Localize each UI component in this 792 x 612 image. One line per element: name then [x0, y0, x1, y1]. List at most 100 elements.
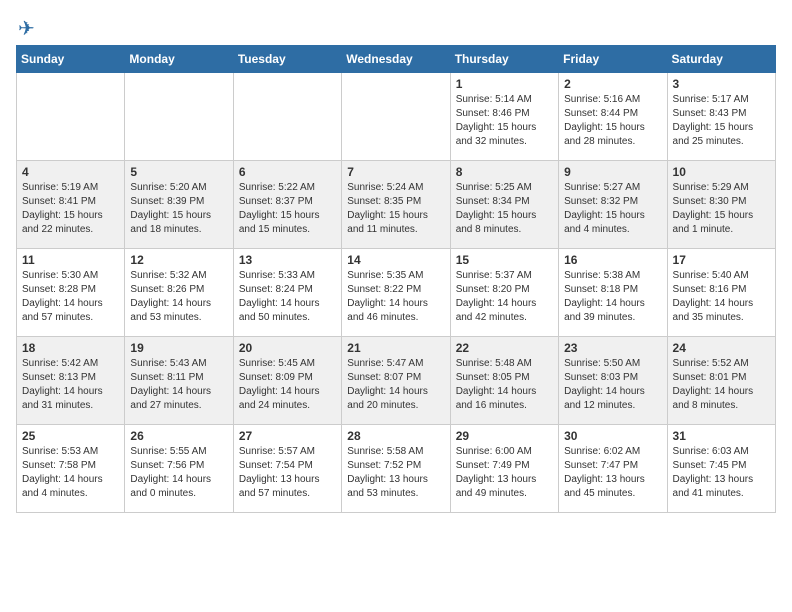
day-number: 8	[456, 165, 553, 179]
calendar-cell: 12Sunrise: 5:32 AM Sunset: 8:26 PM Dayli…	[125, 249, 233, 337]
day-number: 19	[130, 341, 227, 355]
day-info: Sunrise: 5:17 AM Sunset: 8:43 PM Dayligh…	[673, 93, 770, 149]
day-number: 9	[564, 165, 661, 179]
day-info: Sunrise: 5:29 AM Sunset: 8:30 PM Dayligh…	[673, 181, 770, 237]
day-number: 28	[347, 429, 444, 443]
calendar-cell: 17 Sunrise: 5:40 AM Sunset: 8:16 PM Dayli…	[667, 249, 775, 337]
calendar-cell: 3 Sunrise: 5:17 AM Sunset: 8:43 PM Daylig…	[667, 73, 775, 161]
day-of-week-header: Monday	[125, 46, 233, 73]
day-of-week-header: Sunday	[17, 46, 125, 73]
day-of-week-header: Friday	[559, 46, 667, 73]
day-number: 5	[130, 165, 227, 179]
day-number: 18	[22, 341, 119, 355]
calendar-cell: 29 Sunrise: 6:00 AM Sunset: 7:49 PM Dayli…	[450, 425, 558, 513]
calendar-cell: 7 Sunrise: 5:24 AM Sunset: 8:35 PM Daylig…	[342, 161, 450, 249]
calendar-cell: 11 Sunrise: 5:30 AM Sunset: 8:28 PM Dayli…	[17, 249, 125, 337]
day-number: 30	[564, 429, 661, 443]
day-info: Sunrise: 5:33 AM Sunset: 8:24 PM Dayligh…	[239, 269, 336, 325]
day-info: Sunrise: 5:19 AM Sunset: 8:41 PM Dayligh…	[22, 181, 119, 237]
calendar-week-row: 1Sunrise: 5:14 AM Sunset: 8:46 PM Daylig…	[17, 73, 776, 161]
day-info: Sunrise: 5:30 AM Sunset: 8:28 PM Dayligh…	[22, 269, 119, 325]
calendar-cell	[233, 73, 341, 161]
calendar-week-row: 11 Sunrise: 5:30 AM Sunset: 8:28 PM Dayli…	[17, 249, 776, 337]
day-number: 26	[130, 429, 227, 443]
calendar-cell: 19 Sunrise: 5:43 AM Sunset: 8:11 PM Dayli…	[125, 337, 233, 425]
day-of-week-header: Saturday	[667, 46, 775, 73]
calendar-week-row: 18Sunrise: 5:42 AM Sunset: 8:13 PM Dayli…	[17, 337, 776, 425]
day-info: Sunrise: 5:40 AM Sunset: 8:16 PM Dayligh…	[673, 269, 770, 325]
day-number: 29	[456, 429, 553, 443]
day-number: 13	[239, 253, 336, 267]
day-info: Sunrise: 5:22 AM Sunset: 8:37 PM Dayligh…	[239, 181, 336, 237]
day-info: Sunrise: 5:38 AM Sunset: 8:18 PM Dayligh…	[564, 269, 661, 325]
day-number: 21	[347, 341, 444, 355]
calendar-cell: 22 Sunrise: 5:48 AM Sunset: 8:05 PM Dayli…	[450, 337, 558, 425]
day-of-week-header: Thursday	[450, 46, 558, 73]
calendar-cell: 15 Sunrise: 5:37 AM Sunset: 8:20 PM Dayli…	[450, 249, 558, 337]
calendar-cell: 1Sunrise: 5:14 AM Sunset: 8:46 PM Daylig…	[450, 73, 558, 161]
calendar-header-row: SundayMondayTuesdayWednesdayThursdayFrid…	[17, 46, 776, 73]
day-info: Sunrise: 6:03 AM Sunset: 7:45 PM Dayligh…	[673, 445, 770, 501]
calendar-cell: 6 Sunrise: 5:22 AM Sunset: 8:37 PM Daylig…	[233, 161, 341, 249]
calendar-cell	[17, 73, 125, 161]
day-number: 12	[130, 253, 227, 267]
day-number: 24	[673, 341, 770, 355]
day-number: 23	[564, 341, 661, 355]
day-info: Sunrise: 5:24 AM Sunset: 8:35 PM Dayligh…	[347, 181, 444, 237]
day-of-week-header: Wednesday	[342, 46, 450, 73]
day-info: Sunrise: 5:20 AM Sunset: 8:39 PM Dayligh…	[130, 181, 227, 237]
day-number: 16	[564, 253, 661, 267]
day-number: 31	[673, 429, 770, 443]
calendar-cell: 27Sunrise: 5:57 AM Sunset: 7:54 PM Dayli…	[233, 425, 341, 513]
calendar-cell: 20 Sunrise: 5:45 AM Sunset: 8:09 PM Dayli…	[233, 337, 341, 425]
day-number: 17	[673, 253, 770, 267]
calendar-cell: 16 Sunrise: 5:38 AM Sunset: 8:18 PM Dayli…	[559, 249, 667, 337]
logo-bird-icon: ✈	[18, 16, 35, 41]
day-info: Sunrise: 5:53 AM Sunset: 7:58 PM Dayligh…	[22, 445, 119, 501]
calendar-cell: 14 Sunrise: 5:35 AM Sunset: 8:22 PM Dayli…	[342, 249, 450, 337]
calendar-cell: 4 Sunrise: 5:19 AM Sunset: 8:41 PM Daylig…	[17, 161, 125, 249]
calendar-cell: 31 Sunrise: 6:03 AM Sunset: 7:45 PM Dayli…	[667, 425, 775, 513]
day-number: 15	[456, 253, 553, 267]
day-number: 22	[456, 341, 553, 355]
calendar-cell: 30 Sunrise: 6:02 AM Sunset: 7:47 PM Dayli…	[559, 425, 667, 513]
day-number: 11	[22, 253, 119, 267]
day-number: 4	[22, 165, 119, 179]
day-number: 3	[673, 77, 770, 91]
day-number: 14	[347, 253, 444, 267]
day-number: 10	[673, 165, 770, 179]
day-info: Sunrise: 5:16 AM Sunset: 8:44 PM Dayligh…	[564, 93, 661, 149]
day-info: Sunrise: 5:35 AM Sunset: 8:22 PM Dayligh…	[347, 269, 444, 325]
day-number: 7	[347, 165, 444, 179]
header: ✈	[16, 16, 776, 37]
day-info: Sunrise: 5:27 AM Sunset: 8:32 PM Dayligh…	[564, 181, 661, 237]
day-of-week-header: Tuesday	[233, 46, 341, 73]
day-number: 1	[456, 77, 553, 91]
day-info: Sunrise: 6:02 AM Sunset: 7:47 PM Dayligh…	[564, 445, 661, 501]
calendar-cell	[125, 73, 233, 161]
calendar-cell: 5 Sunrise: 5:20 AM Sunset: 8:39 PM Daylig…	[125, 161, 233, 249]
calendar-table: SundayMondayTuesdayWednesdayThursdayFrid…	[16, 45, 776, 513]
calendar-week-row: 25Sunrise: 5:53 AM Sunset: 7:58 PM Dayli…	[17, 425, 776, 513]
calendar-week-row: 4 Sunrise: 5:19 AM Sunset: 8:41 PM Daylig…	[17, 161, 776, 249]
day-info: Sunrise: 6:00 AM Sunset: 7:49 PM Dayligh…	[456, 445, 553, 501]
calendar-cell	[342, 73, 450, 161]
day-info: Sunrise: 5:37 AM Sunset: 8:20 PM Dayligh…	[456, 269, 553, 325]
day-info: Sunrise: 5:55 AM Sunset: 7:56 PM Dayligh…	[130, 445, 227, 501]
day-info: Sunrise: 5:45 AM Sunset: 8:09 PM Dayligh…	[239, 357, 336, 413]
day-info: Sunrise: 5:57 AM Sunset: 7:54 PM Dayligh…	[239, 445, 336, 501]
day-number: 20	[239, 341, 336, 355]
day-info: Sunrise: 5:25 AM Sunset: 8:34 PM Dayligh…	[456, 181, 553, 237]
calendar-cell: 10 Sunrise: 5:29 AM Sunset: 8:30 PM Dayli…	[667, 161, 775, 249]
day-info: Sunrise: 5:48 AM Sunset: 8:05 PM Dayligh…	[456, 357, 553, 413]
calendar-cell: 8 Sunrise: 5:25 AM Sunset: 8:34 PM Daylig…	[450, 161, 558, 249]
day-number: 6	[239, 165, 336, 179]
calendar-cell: 23Sunrise: 5:50 AM Sunset: 8:03 PM Dayli…	[559, 337, 667, 425]
calendar-cell: 18Sunrise: 5:42 AM Sunset: 8:13 PM Dayli…	[17, 337, 125, 425]
calendar-cell: 26 Sunrise: 5:55 AM Sunset: 7:56 PM Dayli…	[125, 425, 233, 513]
day-info: Sunrise: 5:43 AM Sunset: 8:11 PM Dayligh…	[130, 357, 227, 413]
calendar-cell: 28Sunrise: 5:58 AM Sunset: 7:52 PM Dayli…	[342, 425, 450, 513]
calendar-cell: 25Sunrise: 5:53 AM Sunset: 7:58 PM Dayli…	[17, 425, 125, 513]
day-info: Sunrise: 5:47 AM Sunset: 8:07 PM Dayligh…	[347, 357, 444, 413]
day-info: Sunrise: 5:52 AM Sunset: 8:01 PM Dayligh…	[673, 357, 770, 413]
